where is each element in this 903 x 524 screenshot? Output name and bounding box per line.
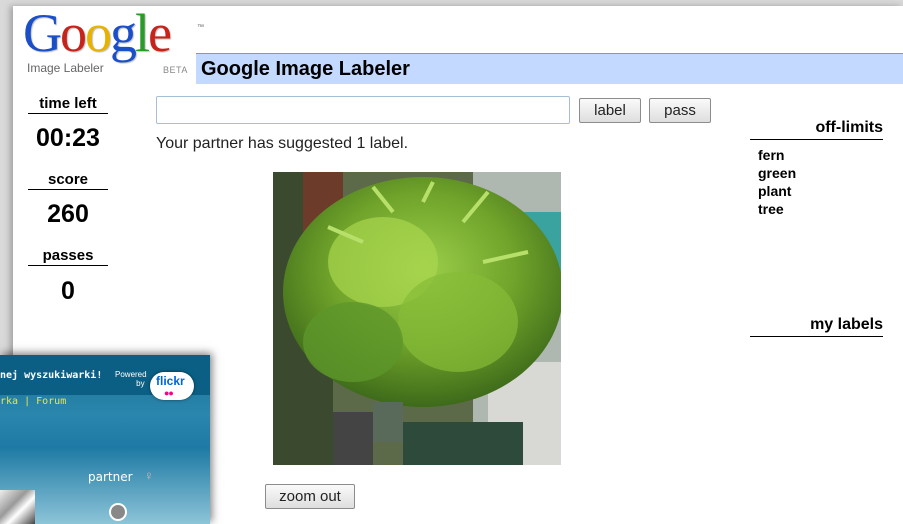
off-limits-list: fern green plant tree: [758, 146, 796, 218]
partner-status-indicator: [109, 503, 127, 521]
score-label: score: [28, 171, 108, 190]
flickr-wordmark: flickr: [156, 374, 185, 388]
overlay-title: nej wyszukiwarki!: [0, 370, 103, 381]
off-limits-word: plant: [758, 183, 792, 199]
google-logo-word: Google: [23, 6, 172, 63]
overlapping-screenshot: nej wyszukiwarki! rka | Forum Powered by…: [0, 355, 210, 524]
score-value: 260: [47, 200, 89, 228]
flickr-logo[interactable]: flickr ●●: [150, 372, 194, 400]
logo-letter: l: [135, 6, 150, 63]
labeled-image[interactable]: [273, 172, 561, 465]
off-limits-word: green: [758, 165, 797, 181]
pass-button[interactable]: pass: [649, 98, 711, 123]
logo-letter: g: [110, 6, 137, 63]
partner-label: partner: [88, 470, 133, 484]
powered-label: Powered: [115, 370, 147, 379]
overlay-nav-text: rka | Forum: [0, 396, 67, 407]
label-input[interactable]: [156, 96, 570, 124]
beta-badge: BETA: [163, 65, 188, 75]
google-image-labeler-logo[interactable]: Google ™ Image Labeler BETA: [23, 6, 204, 82]
my-labels-heading: my labels: [750, 316, 883, 337]
passes-value: 0: [61, 277, 75, 305]
header-bar: Google Image Labeler: [196, 53, 903, 84]
female-icon: ♀: [144, 468, 154, 483]
powered-by-text: Powered by: [115, 370, 147, 388]
time-left-value: 00:23: [36, 124, 100, 152]
zoom-out-button[interactable]: zoom out: [265, 484, 355, 509]
off-limits-heading: off-limits: [750, 119, 883, 140]
logo-letter: e: [148, 6, 172, 63]
logo-letter: o: [60, 6, 87, 63]
logo-letter: G: [23, 6, 62, 63]
off-limits-word: tree: [758, 201, 784, 217]
logo-subtitle: Image Labeler: [27, 61, 104, 75]
label-button[interactable]: label: [579, 98, 641, 123]
partner-thumbnail: [0, 490, 35, 524]
fern-photo-illustration: [273, 172, 561, 465]
off-limits-word: fern: [758, 147, 785, 163]
time-left-label: time left: [28, 95, 108, 114]
by-label: by: [136, 379, 145, 388]
passes-label: passes: [28, 247, 108, 266]
page-title: Google Image Labeler: [201, 58, 410, 80]
trademark-mark: ™: [197, 24, 204, 31]
flickr-dots-icon: ●●: [164, 388, 174, 398]
overlay-nav-links[interactable]: rka | Forum: [0, 396, 66, 407]
partner-suggestion-message: Your partner has suggested 1 label.: [156, 135, 409, 152]
logo-letter: o: [85, 6, 112, 63]
